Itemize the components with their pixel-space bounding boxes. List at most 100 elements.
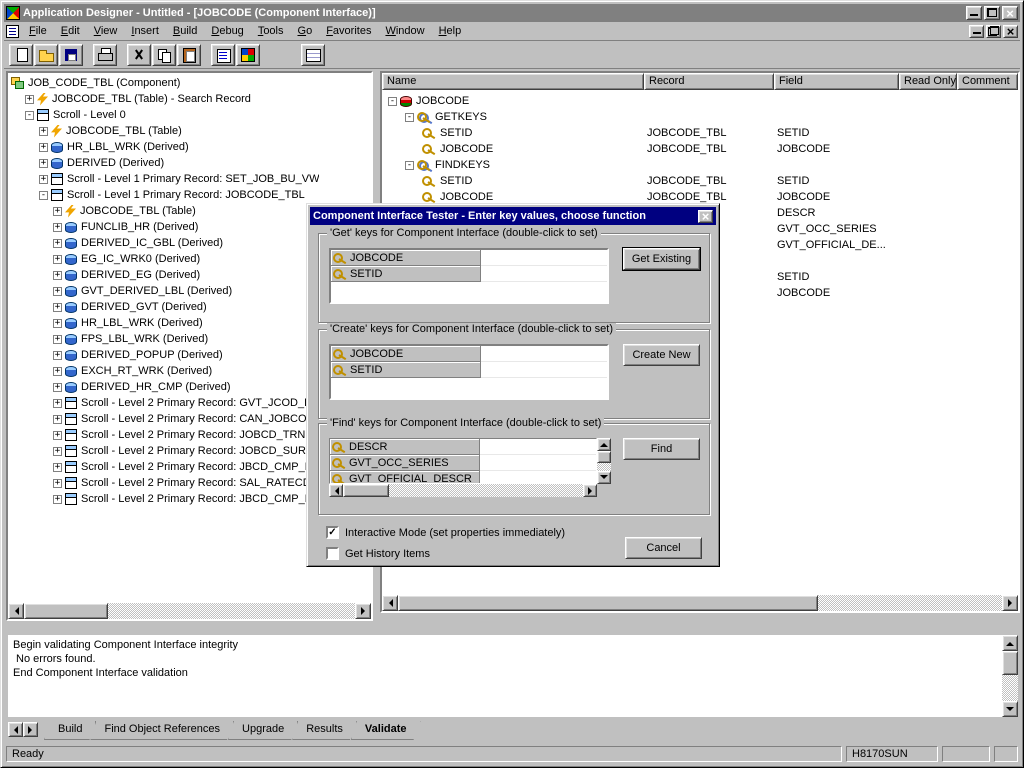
menu-item[interactable]: Edit [54, 23, 87, 39]
key-row[interactable]: GVT_OFFICIAL_DESCR [330, 471, 596, 484]
menu-item[interactable]: Insert [124, 23, 166, 39]
key-row[interactable]: GVT_OCC_SERIES [330, 455, 596, 471]
menu-item[interactable]: File [22, 23, 54, 39]
key-value[interactable] [480, 455, 596, 471]
expand-toggle[interactable]: + [25, 95, 34, 104]
key-row[interactable]: DESCR [330, 439, 596, 455]
output-vertical-scrollbar[interactable] [1002, 635, 1018, 717]
output-tab[interactable]: Validate [351, 721, 421, 740]
mdi-close-button[interactable] [1003, 25, 1018, 38]
key-row[interactable]: SETID [331, 362, 607, 378]
grid-horizontal-scrollbar[interactable] [382, 595, 1018, 611]
get-existing-button[interactable]: Get Existing [623, 248, 700, 270]
column-header-comment[interactable]: Comment [957, 73, 1018, 90]
scrollbar-thumb[interactable] [1002, 651, 1018, 675]
expand-toggle[interactable]: + [53, 207, 62, 216]
expand-toggle[interactable]: + [39, 143, 48, 152]
mdi-restore-button[interactable] [986, 25, 1001, 38]
scroll-up-button[interactable] [1002, 635, 1018, 651]
expand-toggle[interactable]: + [53, 287, 62, 296]
interactive-mode-checkbox[interactable]: ✓ Interactive Mode (set properties immed… [326, 526, 565, 539]
create-new-button[interactable]: Create New [623, 344, 700, 366]
toolbar-button[interactable] [59, 44, 83, 66]
find-button[interactable]: Find [623, 438, 700, 460]
expand-toggle[interactable]: + [53, 335, 62, 344]
key-row[interactable]: JOBCODE [331, 346, 607, 362]
column-header-field[interactable]: Field [774, 73, 899, 90]
find-horizontal-scrollbar[interactable] [329, 484, 597, 497]
grid-row[interactable]: - GETKEYS [382, 109, 1018, 125]
minimize-button[interactable] [966, 6, 982, 20]
scroll-left-button[interactable] [382, 595, 398, 611]
scrollbar-track[interactable] [398, 595, 1002, 611]
key-value[interactable] [480, 439, 596, 455]
column-header-record[interactable]: Record [644, 73, 774, 90]
expand-toggle[interactable]: + [53, 495, 62, 504]
toolbar-button[interactable] [152, 44, 176, 66]
grid-row[interactable]: - JOBCODE [382, 93, 1018, 109]
tree-item[interactable]: + Scroll - Level 1 Primary Record: SET_J… [8, 171, 371, 187]
tab-scroll-left-button[interactable] [8, 722, 23, 737]
menu-item[interactable]: Window [378, 23, 431, 39]
expand-toggle[interactable]: + [53, 351, 62, 360]
cancel-button[interactable]: Cancel [625, 537, 702, 559]
create-keys-list[interactable]: JOBCODE SETID [329, 344, 609, 400]
expand-toggle[interactable]: + [53, 447, 62, 456]
scrollbar-thumb[interactable] [24, 603, 108, 619]
menu-item[interactable]: Tools [251, 23, 291, 39]
menu-item[interactable]: Debug [204, 23, 250, 39]
scroll-up-button[interactable] [597, 438, 611, 451]
expand-toggle[interactable]: - [405, 113, 414, 122]
tree-horizontal-scrollbar[interactable] [8, 603, 371, 619]
key-value[interactable] [481, 346, 607, 362]
column-header-read-only[interactable]: Read Only [899, 73, 957, 90]
expand-toggle[interactable]: - [405, 161, 414, 170]
expand-toggle[interactable]: + [53, 367, 62, 376]
grid-row[interactable]: JOBCODE JOBCODE_TBL JOBCODE [382, 141, 1018, 157]
grid-row[interactable]: SETID JOBCODE_TBL SETID [382, 173, 1018, 189]
tree-item[interactable]: + HR_LBL_WRK (Derived) [8, 139, 371, 155]
scroll-left-button[interactable] [329, 484, 343, 497]
grid-row[interactable]: - FINDKEYS [382, 157, 1018, 173]
key-value[interactable] [481, 266, 607, 282]
close-button[interactable] [1002, 6, 1018, 20]
toolbar-button[interactable] [236, 44, 260, 66]
menu-item[interactable]: View [87, 23, 125, 39]
tree-item[interactable]: + JOBCODE_TBL (Table) [8, 123, 371, 139]
tree-item[interactable]: JOB_CODE_TBL (Component) [8, 75, 371, 91]
expand-toggle[interactable]: + [53, 383, 62, 392]
scrollbar-thumb[interactable] [398, 595, 818, 611]
expand-toggle[interactable]: + [39, 175, 48, 184]
column-header-name[interactable]: Name [382, 73, 644, 90]
toolbar-button[interactable] [301, 44, 325, 66]
scrollbar-track[interactable] [24, 603, 355, 619]
key-value[interactable] [481, 250, 607, 266]
expand-toggle[interactable]: + [39, 159, 48, 168]
scroll-right-button[interactable] [355, 603, 371, 619]
tree-item[interactable]: + JOBCODE_TBL (Table) - Search Record [8, 91, 371, 107]
checkbox-box[interactable] [326, 547, 339, 560]
restore-button[interactable] [984, 6, 1000, 20]
output-tab[interactable]: Results [292, 721, 357, 740]
scroll-right-button[interactable] [1002, 595, 1018, 611]
tree-item[interactable]: - Scroll - Level 1 Primary Record: JOBCO… [8, 187, 371, 203]
expand-toggle[interactable]: + [53, 271, 62, 280]
menu-item[interactable]: Build [166, 23, 204, 39]
toolbar-button[interactable] [93, 44, 117, 66]
scroll-right-button[interactable] [583, 484, 597, 497]
expand-toggle[interactable]: + [53, 463, 62, 472]
key-value[interactable] [480, 471, 596, 484]
expand-toggle[interactable]: + [53, 479, 62, 488]
menu-item[interactable]: Favorites [319, 23, 378, 39]
toolbar-button[interactable] [127, 44, 151, 66]
expand-toggle[interactable]: + [53, 399, 62, 408]
scrollbar-thumb[interactable] [597, 451, 611, 463]
output-tab[interactable]: Upgrade [228, 721, 298, 740]
scroll-down-button[interactable] [1002, 701, 1018, 717]
find-keys-list[interactable]: DESCR GVT_OCC_SERIES GVT_OFFICIAL_DESCR [329, 438, 597, 484]
output-tab[interactable]: Build [44, 721, 96, 740]
expand-toggle[interactable]: + [53, 319, 62, 328]
mdi-minimize-button[interactable] [969, 25, 984, 38]
expand-toggle[interactable]: - [39, 191, 48, 200]
grid-row[interactable]: SETID JOBCODE_TBL SETID [382, 125, 1018, 141]
